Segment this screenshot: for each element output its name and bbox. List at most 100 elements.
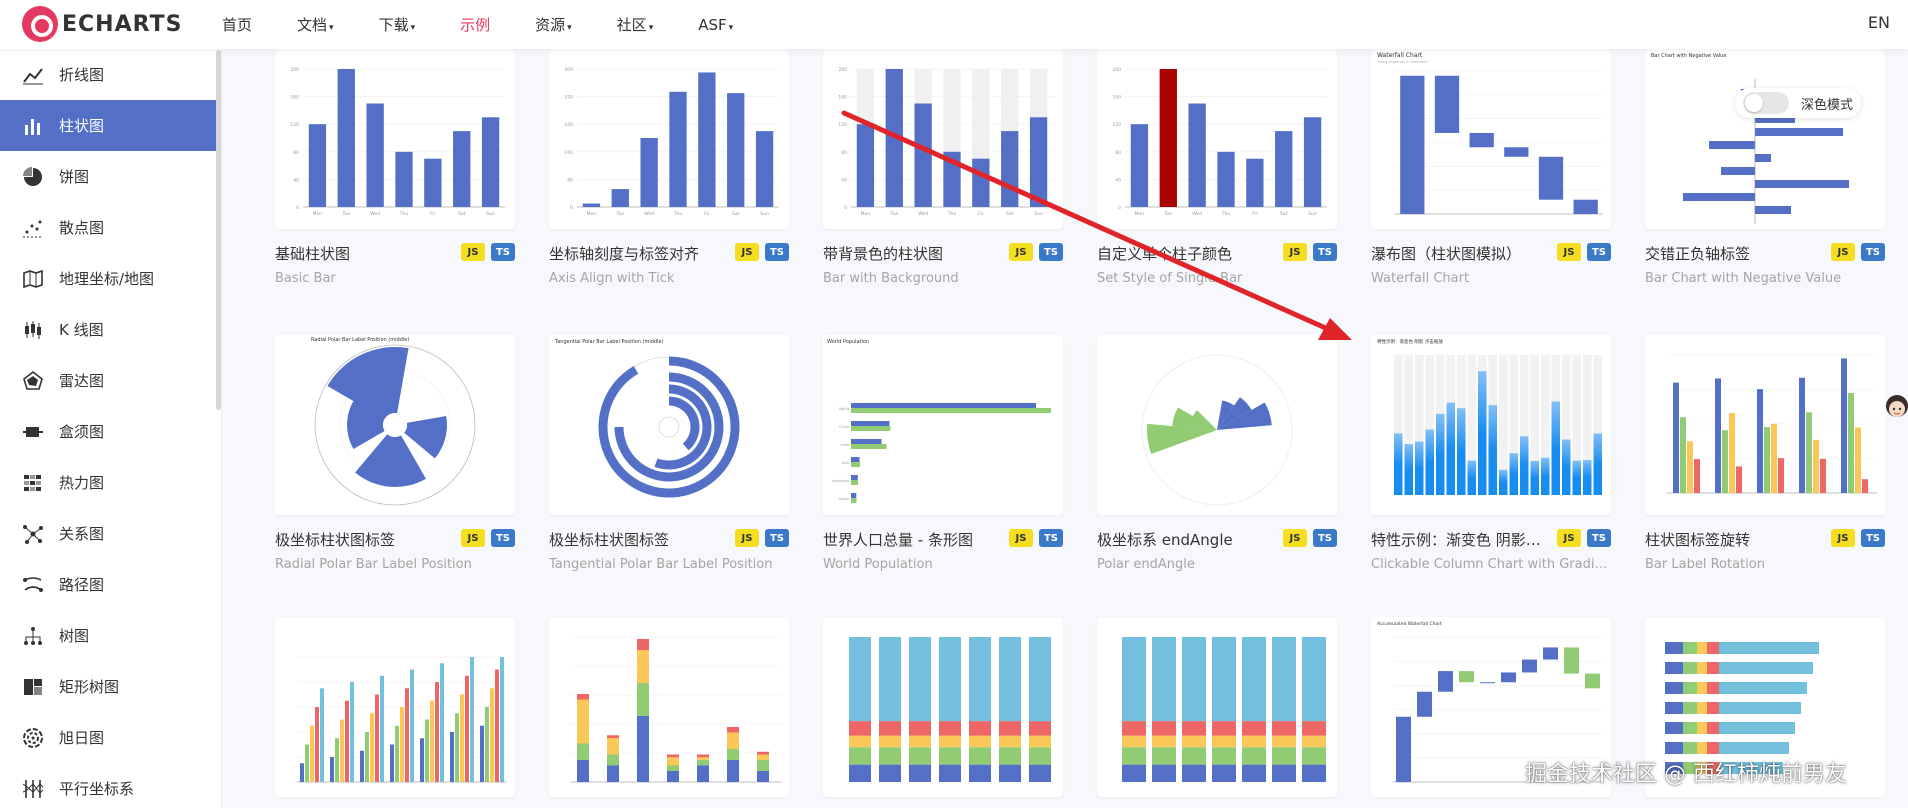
example-thumbnail[interactable]: Waterfall Chart Living Expenses in Shenzh… — [1371, 49, 1611, 229]
card-title[interactable]: 交错正负轴标签 — [1645, 243, 1750, 264]
sidebar-item-8[interactable]: 热力图 — [0, 457, 221, 508]
sidebar-item-2[interactable]: 饼图 — [0, 151, 221, 202]
example-card[interactable]: Mon Tue Wed Thu Fri Sat Sun 0 40 80 120 160 200 基础柱状图… — [275, 49, 515, 286]
nav-item-3[interactable]: 示例 — [460, 14, 490, 35]
sidebar-item-13[interactable]: 旭日图 — [0, 712, 221, 763]
js-badge[interactable]: JS — [1283, 529, 1307, 547]
treemap-icon — [22, 676, 44, 698]
card-title[interactable]: 特性示例：渐变色 阴影 点击缩放 — [1371, 529, 1543, 550]
card-title[interactable]: 极坐标柱状图标签 — [549, 529, 669, 550]
js-badge[interactable]: JS — [461, 243, 485, 261]
ts-badge[interactable]: TS — [1313, 529, 1337, 547]
ts-badge[interactable]: TS — [765, 529, 789, 547]
ts-badge[interactable]: TS — [765, 243, 789, 261]
sidebar-item-10[interactable]: 路径图 — [0, 559, 221, 610]
card-title[interactable]: 带背景色的柱状图 — [823, 243, 943, 264]
example-card[interactable]: Tangential Polar Bar Label Position (mid… — [549, 335, 789, 572]
ts-badge[interactable]: TS — [1861, 529, 1885, 547]
sidebar-item-0[interactable]: 折线图 — [0, 49, 221, 100]
example-card[interactable] — [275, 617, 515, 797]
ts-badge[interactable]: TS — [491, 529, 515, 547]
card-title[interactable]: 世界人口总量 - 条形图 — [823, 529, 973, 550]
ts-badge[interactable]: TS — [1587, 529, 1611, 547]
example-card[interactable]: Radial Polar Bar Label Position (middle)… — [275, 335, 515, 572]
ts-badge[interactable]: TS — [1313, 243, 1337, 261]
ts-badge[interactable]: TS — [1039, 243, 1063, 261]
sidebar-scrollbar[interactable] — [216, 50, 221, 410]
card-title-row: 瀑布图（柱状图模拟） JS TS — [1371, 241, 1611, 265]
sidebar-item-14[interactable]: 平行坐标系 — [0, 763, 221, 808]
card-title[interactable]: 极坐标柱状图标签 — [275, 529, 395, 550]
js-badge[interactable]: JS — [1557, 243, 1581, 261]
nav-item-2[interactable]: 下载 ▾ — [379, 14, 416, 35]
example-card[interactable]: 柱状图标签旋转 JS TS Bar Label Rotation — [1645, 335, 1885, 572]
svg-text:0: 0 — [296, 205, 299, 211]
js-badge[interactable]: JS — [1557, 529, 1581, 547]
example-thumbnail[interactable]: Radial Polar Bar Label Position (middle) — [275, 335, 515, 515]
language-switch[interactable]: EN — [1868, 13, 1890, 32]
js-badge[interactable]: JS — [1283, 243, 1307, 261]
example-card[interactable]: Waterfall Chart Living Expenses in Shenzh… — [1371, 49, 1611, 286]
example-thumbnail[interactable]: Mon Tue Wed Thu Fri Sat Sun 0 40 80 120 160 200 — [823, 49, 1063, 229]
example-thumbnail[interactable]: Mon Tue Wed Thu Fri Sat Sun 0 40 80 120 160 200 — [1097, 49, 1337, 229]
example-card[interactable]: Mon Tue Wed Thu Fri Sat Sun 0 40 80 120 160 200 自定义单个… — [1097, 49, 1337, 286]
card-title[interactable]: 自定义单个柱子颜色 — [1097, 243, 1232, 264]
card-title[interactable]: 坐标轴刻度与标签对齐 — [549, 243, 699, 264]
example-thumbnail[interactable]: Bar Chart with Negative Value — [1645, 49, 1885, 229]
echarts-logo[interactable]: ECHARTS — [22, 5, 182, 43]
example-card[interactable]: Mon Tue Wed Thu Fri Sat Sun 0 80 160 240 320 400 坐标轴刻… — [549, 49, 789, 286]
example-thumbnail[interactable] — [1097, 335, 1337, 515]
nav-item-5[interactable]: 社区 ▾ — [617, 14, 654, 35]
js-badge[interactable]: JS — [1009, 243, 1033, 261]
example-thumbnail[interactable]: Mon Tue Wed Thu Fri Sat Sun 0 80 160 240 320 400 — [549, 49, 789, 229]
dark-mode-switch[interactable] — [1743, 92, 1789, 114]
sidebar-item-11[interactable]: 树图 — [0, 610, 221, 661]
sidebar-item-12[interactable]: 矩形树图 — [0, 661, 221, 712]
example-thumbnail[interactable] — [1645, 335, 1885, 515]
example-card[interactable]: World Population Brazil Indonesia USA India C… — [823, 335, 1063, 572]
js-badge[interactable]: JS — [1009, 529, 1033, 547]
js-badge[interactable]: JS — [461, 529, 485, 547]
dark-mode-toggle[interactable]: 深色模式 — [1735, 88, 1861, 118]
example-card[interactable] — [549, 617, 789, 797]
js-badge[interactable]: JS — [1831, 243, 1855, 261]
example-thumbnail[interactable] — [823, 617, 1063, 797]
sidebar-item-4[interactable]: 地理坐标/地图 — [0, 253, 221, 304]
example-thumbnail[interactable] — [549, 617, 789, 797]
example-thumbnail[interactable]: World Population Brazil Indonesia USA India C… — [823, 335, 1063, 515]
sidebar-item-9[interactable]: 关系图 — [0, 508, 221, 559]
nav-item-0[interactable]: 首页 — [222, 14, 252, 35]
example-thumbnail[interactable] — [275, 617, 515, 797]
nav-item-4[interactable]: 资源 ▾ — [535, 14, 572, 35]
example-thumbnail[interactable]: Tangential Polar Bar Label Position (mid… — [549, 335, 789, 515]
nav-item-1[interactable]: 文档 ▾ — [297, 14, 334, 35]
sidebar-item-3[interactable]: 散点图 — [0, 202, 221, 253]
example-thumbnail[interactable] — [1097, 617, 1337, 797]
ts-badge[interactable]: TS — [491, 243, 515, 261]
sidebar-item-7[interactable]: 盒须图 — [0, 406, 221, 457]
ts-badge[interactable]: TS — [1039, 529, 1063, 547]
example-thumbnail[interactable]: Mon Tue Wed Thu Fri Sat Sun 0 40 80 120 160 200 — [275, 49, 515, 229]
js-badge[interactable]: JS — [1831, 529, 1855, 547]
example-card[interactable]: Bar Chart with Negative Value 交错正负轴标签 JS TS… — [1645, 49, 1885, 286]
example-card[interactable]: Mon Tue Wed Thu Fri Sat Sun 0 40 80 120 160 200 带背景色的… — [823, 49, 1063, 286]
assistant-avatar-icon[interactable] — [1882, 392, 1908, 428]
sidebar-item-1[interactable]: 柱状图 — [0, 100, 221, 151]
example-thumbnail[interactable]: 特性示例：渐变色 阴影 点击缩放 — [1371, 335, 1611, 515]
card-title[interactable]: 瀑布图（柱状图模拟） — [1371, 243, 1521, 264]
card-title[interactable]: 柱状图标签旋转 — [1645, 529, 1750, 550]
svg-text:40: 40 — [1115, 177, 1121, 183]
sidebar-item-6[interactable]: 雷达图 — [0, 355, 221, 406]
js-badge[interactable]: JS — [735, 529, 759, 547]
example-card[interactable]: 特性示例：渐变色 阴影 点击缩放特性示例：渐变色 阴影 点击缩放JSTSClic… — [1371, 335, 1611, 572]
example-card[interactable] — [1097, 617, 1337, 797]
nav-item-6[interactable]: ASF ▾ — [698, 16, 733, 34]
sidebar-item-5[interactable]: K 线图 — [0, 304, 221, 355]
example-card[interactable]: 极坐标系 endAngle JS TS Polar endAngle — [1097, 335, 1337, 572]
example-card[interactable] — [823, 617, 1063, 797]
ts-badge[interactable]: TS — [1587, 243, 1611, 261]
card-title[interactable]: 基础柱状图 — [275, 243, 350, 264]
ts-badge[interactable]: TS — [1861, 243, 1885, 261]
js-badge[interactable]: JS — [735, 243, 759, 261]
card-title[interactable]: 极坐标系 endAngle — [1097, 529, 1233, 550]
